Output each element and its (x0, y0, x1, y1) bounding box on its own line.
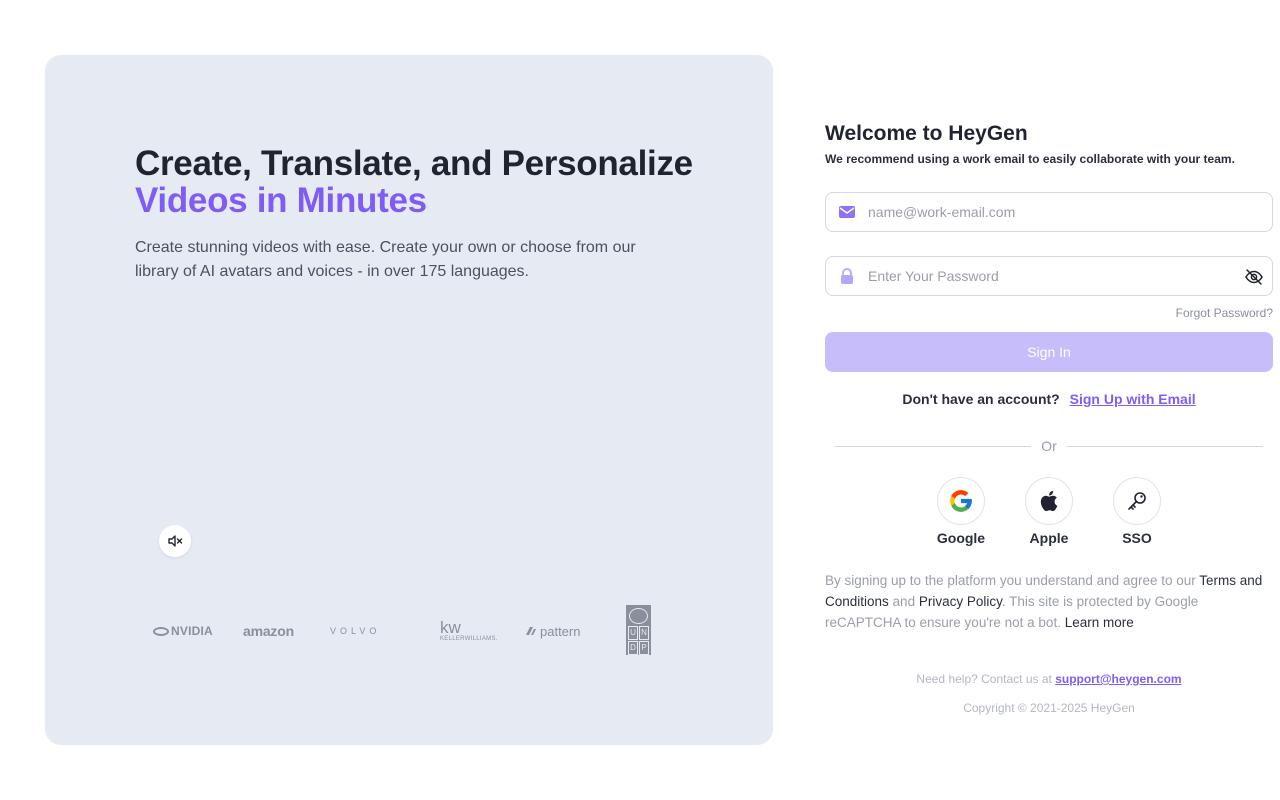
speaker-muted-icon (168, 535, 183, 547)
amazon-logo-text: amazon (243, 623, 294, 639)
amazon-logo: amazon (243, 605, 294, 657)
mute-button[interactable] (159, 525, 191, 557)
nvidia-eye-icon (153, 626, 169, 636)
login-page: Create, Translate, and Personalize Video… (0, 0, 1280, 800)
sso-icon-circle (1113, 477, 1161, 525)
hero-title-line2: Videos in Minutes (135, 181, 427, 220)
volvo-logo: VOLVO (330, 605, 380, 657)
hero-title-line1: Create, Translate, and Personalize (135, 144, 693, 183)
pattern-logo-text: pattern (540, 623, 581, 639)
support-email-link[interactable]: support@heygen.com (1055, 672, 1181, 686)
hero-subtitle: Create stunning videos with ease. Create… (135, 239, 636, 280)
signin-form: Welcome to HeyGen We recommend using a w… (825, 120, 1273, 715)
or-text: Or (1041, 438, 1057, 454)
google-login-button[interactable]: Google (931, 477, 991, 546)
learn-more-link[interactable]: Learn more (1065, 615, 1134, 630)
help-prefix: Need help? Contact us at (916, 672, 1056, 686)
email-input[interactable] (868, 204, 1208, 220)
welcome-heading: Welcome to HeyGen (825, 122, 1028, 145)
sign-in-button[interactable]: Sign In (825, 332, 1273, 372)
social-login: Google Apple SSO (825, 477, 1273, 549)
nvidia-logo-text: NVIDIA (171, 624, 213, 638)
legal-part1: By signing up to the platform you unders… (825, 573, 1200, 588)
signup-row: Don't have an account? Sign Up with Emai… (825, 391, 1273, 407)
apple-login-button[interactable]: Apple (1019, 477, 1079, 546)
password-field[interactable] (825, 256, 1273, 296)
apple-icon (1040, 490, 1058, 512)
undp-letters: U N D P (628, 626, 649, 655)
privacy-policy-link[interactable]: Privacy Policy (919, 594, 1002, 609)
sign-up-email-link[interactable]: Sign Up with Email (1070, 391, 1196, 407)
recommend-text: We recommend using a work email to easil… (825, 152, 1235, 166)
sso-login-button[interactable]: SSO (1107, 477, 1167, 546)
nvidia-logo: NVIDIA (153, 605, 213, 657)
apple-label: Apple (1029, 530, 1069, 546)
forgot-password-link[interactable]: Forgot Password? (1176, 306, 1273, 320)
google-icon-circle (937, 477, 985, 525)
or-divider: Or (835, 438, 1263, 454)
google-icon (950, 490, 972, 512)
key-icon (1128, 492, 1146, 510)
copyright-text: Copyright © 2021-2025 HeyGen (963, 701, 1135, 715)
lock-icon (826, 268, 868, 284)
email-field[interactable] (825, 192, 1273, 232)
volvo-logo-text: VOLVO (330, 626, 381, 636)
apple-icon-circle (1025, 477, 1073, 525)
undp-letter: P (639, 641, 649, 655)
mail-icon (826, 206, 868, 218)
divider-line (1066, 445, 1263, 447)
no-account-text: Don't have an account? (902, 391, 1060, 407)
legal-text: By signing up to the platform you unders… (825, 570, 1273, 633)
un-emblem-icon (629, 608, 648, 624)
kw-logo-subtext: KELLERWILLIAMS. (440, 636, 498, 642)
kw-logo-text: kw (440, 618, 461, 637)
undp-logo: U N D P (626, 605, 651, 655)
hero-title: Create, Translate, and Personalize Video… (135, 145, 693, 219)
undp-letter: D (628, 641, 638, 655)
sso-label: SSO (1122, 530, 1152, 546)
undp-letter: U (628, 626, 638, 640)
undp-letter: N (639, 626, 649, 640)
google-label: Google (936, 530, 986, 546)
legal-part2: and (888, 594, 919, 609)
pattern-mark-icon (526, 627, 536, 635)
hero-panel: Create, Translate, and Personalize Video… (45, 55, 773, 745)
keller-williams-logo: kw KELLERWILLIAMS. (440, 605, 498, 657)
help-text: Need help? Contact us at support@heygen.… (825, 672, 1273, 686)
customer-logos: NVIDIA amazon VOLVO kw KELLERWILLIAMS. p… (153, 605, 653, 657)
divider-line (835, 445, 1032, 447)
eye-off-icon[interactable] (1244, 267, 1264, 287)
pattern-logo: pattern (525, 605, 580, 657)
password-input[interactable] (868, 268, 1208, 284)
